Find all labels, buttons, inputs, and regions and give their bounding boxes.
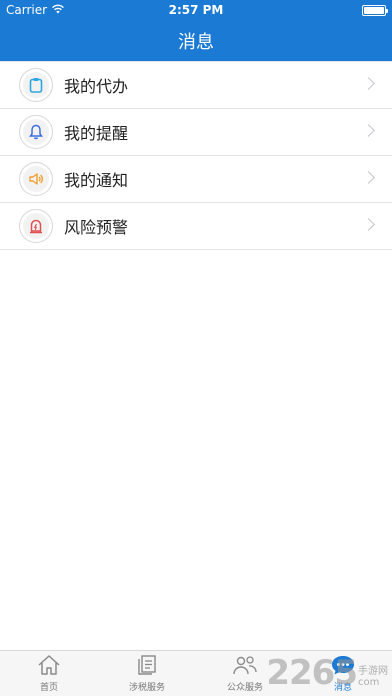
message-list: 我的代办 我的提醒 我的通知 风险预警 [0, 61, 392, 250]
tax-service-icon [135, 652, 159, 678]
list-item-label: 我的提醒 [64, 124, 129, 143]
nav-bar: 消息 [0, 20, 392, 61]
status-bar: Carrier 2:57 PM [0, 0, 392, 20]
list-item-label: 风险预警 [64, 218, 129, 237]
battery-level [364, 6, 384, 14]
tab-home[interactable]: 首页 [0, 651, 98, 696]
list-item-todo[interactable]: 我的代办 [0, 62, 392, 109]
battery-icon [362, 4, 388, 16]
clipboard-icon [19, 68, 53, 102]
tab-label: 消息 [333, 683, 352, 693]
tab-label: 公众服务 [226, 683, 263, 693]
tab-bar: 首页 涉税服务 公众服务 消息 [0, 650, 392, 696]
list-item-risk-alert[interactable]: 风险预警 [0, 203, 392, 250]
home-icon [37, 652, 61, 678]
tab-public-service[interactable]: 公众服务 [196, 651, 294, 696]
public-service-icon [232, 652, 258, 678]
chevron-right-icon [362, 218, 375, 231]
wifi-icon [51, 3, 65, 17]
bell-icon [19, 115, 53, 149]
speaker-icon [19, 162, 53, 196]
status-time: 2:57 PM [168, 3, 224, 17]
alarm-icon [19, 209, 53, 243]
tab-label: 涉税服务 [128, 683, 165, 693]
list-item-label: 我的代办 [64, 77, 129, 96]
page-title: 消息 [178, 31, 214, 53]
tab-label: 首页 [39, 683, 58, 693]
tab-messages[interactable]: 消息 [294, 651, 392, 696]
list-item-label: 我的通知 [64, 171, 129, 190]
status-right [256, 4, 388, 16]
message-icon [330, 652, 356, 678]
list-item-notice[interactable]: 我的通知 [0, 156, 392, 203]
chevron-right-icon [362, 77, 375, 90]
list-item-reminder[interactable]: 我的提醒 [0, 109, 392, 156]
status-left: Carrier [6, 3, 136, 17]
chevron-right-icon [362, 124, 375, 137]
tab-tax-service[interactable]: 涉税服务 [98, 651, 196, 696]
carrier-label: Carrier [6, 3, 48, 17]
chevron-right-icon [362, 171, 375, 184]
